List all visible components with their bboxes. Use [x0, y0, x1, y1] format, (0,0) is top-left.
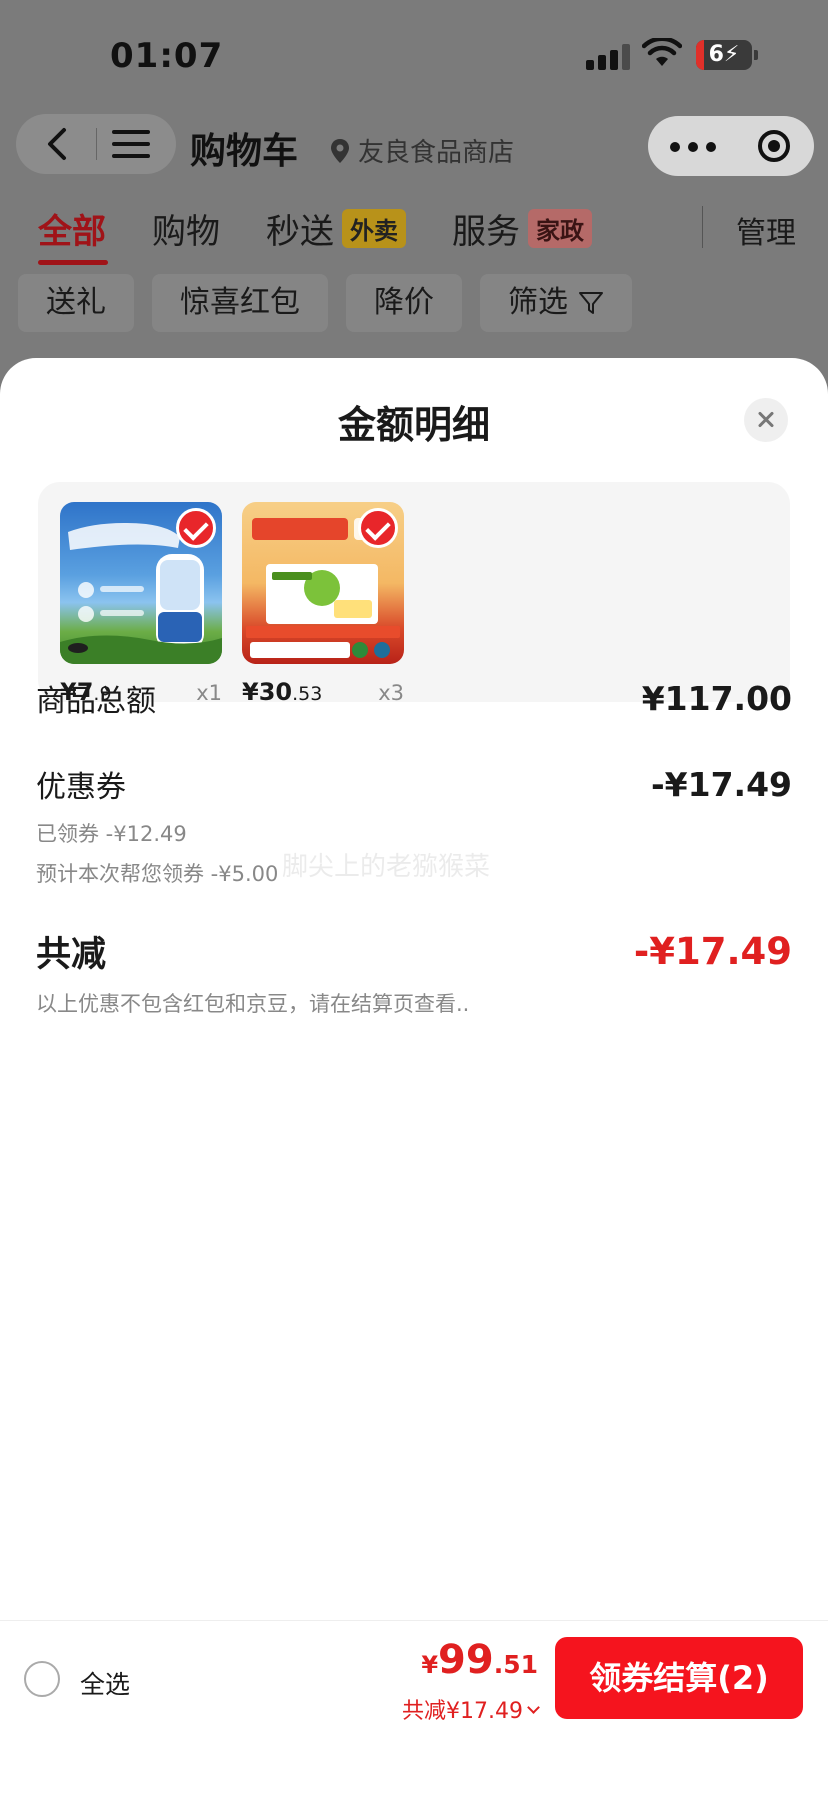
- category-tabs: 全部 购物 秒送 外卖 服务 家政: [38, 204, 638, 265]
- chevron-down-icon: [527, 1700, 540, 1714]
- select-all-checkbox[interactable]: [24, 1661, 60, 1697]
- manage-divider: [702, 206, 703, 248]
- nav-divider: [96, 128, 97, 160]
- chip-price-drop[interactable]: 降价: [346, 274, 462, 332]
- selected-products: ¥7.9 x1 ¥30.53 x3: [38, 482, 790, 706]
- chip-red-packet[interactable]: 惊喜红包: [152, 274, 328, 332]
- checked-icon[interactable]: [176, 508, 216, 548]
- product-image-milk-box: [242, 502, 404, 664]
- saved-amount[interactable]: 共减¥17.49: [402, 1693, 540, 1725]
- menu-icon[interactable]: [112, 128, 154, 160]
- tag-housekeeping: 家政: [528, 209, 592, 248]
- more-icon[interactable]: [670, 142, 718, 152]
- miniprogram-capsule: [648, 116, 814, 176]
- amount-detail-sheet: 金额明细 ¥7.9 x1 ¥30.53 x3 商品总额 ¥117.00 脚尖上的…: [0, 358, 828, 1795]
- coupon-estimate: 预计本次帮您领券 -¥5.00: [36, 862, 279, 886]
- product-image-milk-bottle: [60, 502, 222, 664]
- coupon-row: 优惠券 -¥17.49: [36, 762, 792, 806]
- chip-filter[interactable]: 筛选: [480, 274, 632, 332]
- location-pin-icon: [331, 138, 349, 163]
- checkout-bar: 全选 ¥99.51 共减¥17.49 领券结算(2): [0, 1620, 828, 1795]
- goods-total-row: 商品总额 ¥117.00: [36, 676, 792, 720]
- battery-level: 6: [708, 42, 724, 67]
- tab-service[interactable]: 服务 家政: [452, 204, 592, 253]
- back-icon[interactable]: [42, 126, 72, 162]
- status-bar: 01:07 6⚡: [0, 0, 828, 110]
- manage-button[interactable]: 管理: [736, 208, 796, 252]
- tab-all[interactable]: 全部: [38, 204, 108, 265]
- checked-icon[interactable]: [358, 508, 398, 548]
- total-reduce-row: 共减 -¥17.49: [36, 926, 792, 977]
- close-icon[interactable]: [744, 398, 788, 442]
- filter-chips: 送礼 惊喜红包 降价 筛选: [18, 274, 632, 332]
- coupon-value: -¥17.49: [650, 764, 792, 804]
- total-price: ¥99.51: [421, 1637, 538, 1683]
- goods-total-label: 商品总额: [36, 684, 156, 719]
- close-miniprogram-icon[interactable]: [758, 130, 790, 162]
- goods-total-value: ¥117.00: [641, 678, 792, 718]
- signal-icon: [586, 44, 630, 70]
- select-all-label[interactable]: 全选: [80, 1665, 130, 1701]
- filter-icon: [579, 292, 603, 314]
- discount-note: 以上优惠不包含红包和京豆，请在结算页查看..: [36, 992, 470, 1016]
- watermark: 脚尖上的老猕猴菜: [282, 852, 491, 882]
- wifi-icon: [642, 38, 682, 66]
- total-reduce-label: 共减: [36, 935, 107, 975]
- checkout-button[interactable]: 领券结算(2): [555, 1637, 803, 1719]
- coupon-label: 优惠券: [36, 770, 126, 805]
- total-reduce-value: -¥17.49: [633, 930, 792, 973]
- store-name: 友良食品商店: [358, 138, 515, 168]
- sheet-title: 金额明细: [337, 403, 490, 447]
- battery-icon: 6⚡: [696, 40, 758, 70]
- store-location[interactable]: 友良食品商店: [330, 132, 514, 169]
- coupon-claimed: 已领券 -¥12.49: [36, 822, 187, 846]
- tag-takeout: 外卖: [342, 209, 406, 248]
- chip-gift[interactable]: 送礼: [18, 274, 134, 332]
- status-time: 01:07: [110, 36, 224, 76]
- tab-instant-delivery[interactable]: 秒送 外卖: [266, 204, 406, 253]
- page-title: 购物车: [190, 131, 299, 172]
- tab-shopping[interactable]: 购物: [152, 204, 220, 253]
